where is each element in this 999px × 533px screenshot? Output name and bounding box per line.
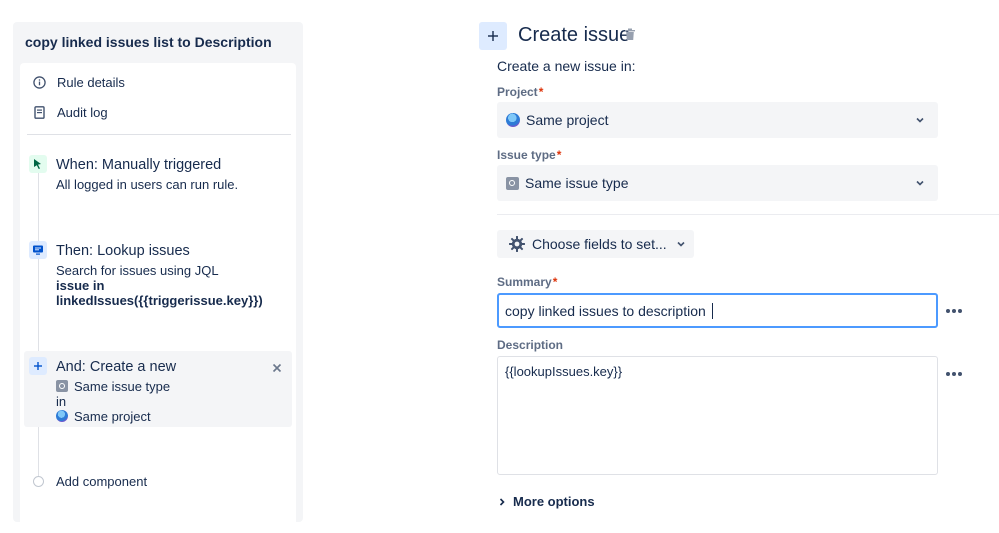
issue-type-icon bbox=[506, 176, 519, 190]
chevron-right-icon bbox=[499, 497, 505, 506]
project-avatar-icon bbox=[506, 113, 520, 127]
create-action-issue-type: Same issue type bbox=[56, 379, 170, 394]
chevron-down-icon bbox=[916, 117, 924, 123]
info-icon bbox=[32, 75, 46, 89]
close-icon[interactable] bbox=[272, 360, 284, 373]
issue-type-label: Issue type* bbox=[497, 148, 562, 162]
plus-icon bbox=[29, 357, 47, 375]
monitor-icon bbox=[29, 241, 47, 259]
create-action-project-label: Same project bbox=[74, 409, 151, 424]
create-action-issue-type-label: Same issue type bbox=[74, 379, 171, 394]
trigger-title[interactable]: When: Manually triggered bbox=[56, 157, 221, 173]
flow-connector-line bbox=[38, 170, 39, 481]
description-label: Description bbox=[497, 338, 564, 352]
cursor-icon bbox=[29, 155, 47, 173]
rule-title: copy linked issues list to Description bbox=[25, 34, 272, 50]
lookup-jql-line2: linkedIssues({{triggerissue.key}}) bbox=[56, 293, 263, 308]
audit-log-link[interactable]: Audit log bbox=[32, 102, 108, 122]
chevron-down-icon bbox=[916, 180, 924, 186]
create-in-text: Create a new issue in: bbox=[497, 58, 636, 74]
summary-input-value: copy linked issues to description bbox=[505, 302, 706, 319]
issue-type-icon bbox=[56, 380, 68, 392]
nav-divider bbox=[27, 134, 291, 135]
rule-details-label: Rule details bbox=[57, 74, 125, 90]
issue-type-select[interactable]: Same issue type bbox=[497, 165, 938, 201]
audit-log-label: Audit log bbox=[57, 104, 108, 120]
chevron-down-icon bbox=[677, 241, 685, 247]
summary-label: Summary* bbox=[497, 275, 558, 289]
more-horizontal-icon[interactable] bbox=[945, 364, 963, 376]
choose-fields-label: Choose fields to set... bbox=[532, 236, 667, 252]
plus-icon bbox=[488, 31, 498, 41]
create-action-project: Same project bbox=[56, 409, 151, 424]
document-icon bbox=[32, 105, 46, 119]
description-value: {{lookupIssues.key}} bbox=[505, 364, 623, 379]
create-action-in-text: in bbox=[56, 394, 67, 409]
add-component-dot-icon bbox=[33, 476, 44, 487]
issue-type-select-value: Same issue type bbox=[525, 175, 629, 191]
rule-components-panel: Rule details Audit log When: Manually tr… bbox=[20, 63, 296, 533]
choose-fields-button[interactable]: Choose fields to set... bbox=[497, 230, 694, 258]
project-label: Project* bbox=[497, 85, 544, 99]
trash-icon[interactable] bbox=[624, 28, 638, 42]
text-caret bbox=[711, 302, 713, 319]
rule-details-link[interactable]: Rule details bbox=[32, 72, 125, 92]
page-title: Create issue bbox=[518, 24, 631, 46]
gear-icon bbox=[509, 236, 525, 252]
lookup-title[interactable]: Then: Lookup issues bbox=[56, 243, 190, 259]
lookup-jql-line1: issue in bbox=[56, 278, 105, 293]
create-action-title: And: Create a new bbox=[56, 359, 177, 375]
section-divider bbox=[497, 214, 999, 215]
summary-input[interactable]: copy linked issues to description bbox=[497, 293, 938, 328]
lookup-description: Search for issues using JQL bbox=[56, 263, 219, 278]
project-select-value: Same project bbox=[526, 112, 609, 128]
create-issue-action-icon bbox=[479, 22, 507, 50]
add-component-link[interactable]: Add component bbox=[56, 474, 147, 489]
more-horizontal-icon[interactable] bbox=[945, 301, 963, 313]
project-avatar-icon bbox=[56, 410, 68, 422]
trigger-description: All logged in users can run rule. bbox=[56, 177, 239, 192]
project-select[interactable]: Same project bbox=[497, 102, 938, 138]
rule-sidebar: copy linked issues list to Description R… bbox=[13, 22, 303, 533]
description-textarea[interactable]: {{lookupIssues.key}} bbox=[497, 356, 938, 475]
